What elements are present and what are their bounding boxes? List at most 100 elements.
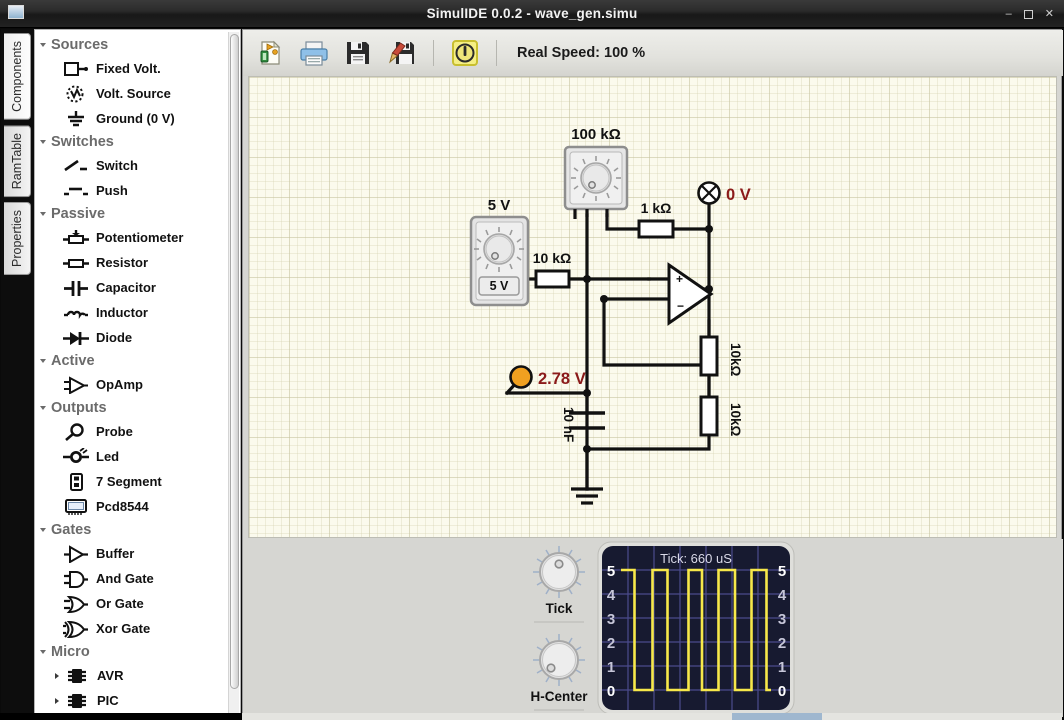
save-circuit-icon[interactable]	[341, 36, 375, 70]
tree-group-active[interactable]: Active	[35, 350, 225, 372]
probe-voltage: 2.78 V	[511, 367, 586, 389]
tree-item-switch-label: Switch	[96, 158, 138, 173]
tree-item-xor-gate[interactable]: Xor Gate	[35, 616, 225, 641]
tree-item-pcd8544-label: Pcd8544	[96, 499, 149, 514]
tree-item-diode[interactable]: Diode	[35, 325, 225, 350]
window-controls: – ✕	[1006, 0, 1054, 28]
buffer-gate-icon	[63, 545, 89, 563]
source-5v-label: 5 V	[488, 197, 511, 214]
fixed-volt-icon	[63, 60, 89, 78]
horizontal-scrollbar-thumb[interactable]	[732, 713, 822, 720]
y-tick-left-4: 4	[607, 587, 616, 604]
tree-item-or-gate-label: Or Gate	[96, 596, 144, 611]
tree-item-pcd8544[interactable]: Pcd8544	[35, 494, 225, 519]
tree-item-and-gate[interactable]: And Gate	[35, 566, 225, 591]
circuit-schematic: 100 kΩ 5 V 5	[249, 77, 1057, 538]
y-tick-left-0: 0	[607, 683, 615, 700]
window-title: SimulIDE 0.0.2 - wave_gen.simu	[0, 6, 1064, 21]
resistor-1k: 1 kΩ	[639, 200, 673, 237]
y-tick-right-3: 3	[778, 611, 786, 628]
tab-properties[interactable]: Properties	[4, 202, 31, 275]
pot-100k-label: 100 kΩ	[571, 126, 621, 143]
tree-group-active-label: Active	[51, 353, 95, 369]
oscilloscope-screen[interactable]: Tick: 660 uS 5 4 3 2 1 0 5 4 3 2 1	[598, 542, 794, 714]
tree-item-or-gate[interactable]: Or Gate	[35, 591, 225, 616]
resistor-10k-input: 10 kΩ	[533, 250, 571, 287]
switch-icon	[63, 157, 89, 175]
seven-segment-icon	[63, 473, 89, 491]
tree-group-micro[interactable]: Micro	[35, 641, 225, 663]
tree-item-volt-source[interactable]: Volt. Source	[35, 81, 225, 106]
close-button[interactable]: ✕	[1045, 9, 1054, 20]
horizontal-scrollbar[interactable]	[242, 713, 1062, 720]
tree-item-inductor[interactable]: Inductor	[35, 300, 225, 325]
or-gate-icon	[63, 595, 89, 613]
component-tree: Sources Fixed Volt. Volt. SourceGround (0 …	[35, 30, 225, 716]
new-circuit-icon[interactable]	[253, 36, 287, 70]
resistor-10k-fb1: 10kΩ	[701, 337, 743, 377]
side-tab-strip: Components RamTable Properties	[1, 29, 34, 719]
inductor-icon	[63, 304, 89, 322]
bottom-panel: Tick H-Center	[243, 539, 1063, 717]
tree-group-gates-label: Gates	[51, 522, 91, 538]
minimize-button[interactable]: –	[1006, 9, 1012, 20]
oscilloscope-widget[interactable]: Tick H-Center	[526, 539, 796, 720]
hcenter-knob-label: H-Center	[530, 689, 588, 704]
tree-group-passive[interactable]: Passive	[35, 203, 225, 225]
tab-ramtable[interactable]: RamTable	[4, 125, 31, 197]
power-icon[interactable]	[448, 36, 482, 70]
capacitor-icon	[63, 279, 89, 297]
chip-icon	[64, 692, 90, 710]
tree-item-push[interactable]: Push	[35, 178, 225, 203]
voltage-source-5v: 5 V 5 V	[471, 197, 528, 305]
tree-item-buffer[interactable]: Buffer	[35, 541, 225, 566]
tree-group-outputs[interactable]: Outputs	[35, 397, 225, 419]
maximize-button[interactable]	[1024, 10, 1033, 19]
tree-item-potentiometer[interactable]: Potentiometer	[35, 225, 225, 250]
tree-item-resistor[interactable]: Resistor	[35, 250, 225, 275]
hcenter-knob[interactable]	[533, 634, 585, 686]
tree-group-passive-label: Passive	[51, 206, 105, 222]
y-tick-right-5: 5	[778, 563, 786, 580]
tree-item-avr[interactable]: AVR	[35, 663, 225, 688]
tree-item-ground[interactable]: Ground (0 V)	[35, 106, 225, 131]
tree-item-opamp[interactable]: OpAmp	[35, 372, 225, 397]
resistor-10k-fb2-label: 10kΩ	[728, 403, 743, 437]
tree-item-and-gate-label: And Gate	[96, 571, 154, 586]
tree-item-7segment-label: 7 Segment	[96, 474, 162, 489]
y-tick-left-5: 5	[607, 563, 615, 580]
chevron-right-icon[interactable]	[55, 698, 59, 704]
tree-group-gates[interactable]: Gates	[35, 519, 225, 541]
capacitor-label: 10 nF	[561, 407, 576, 442]
tree-item-led[interactable]: Led	[35, 444, 225, 469]
y-tick-left-1: 1	[607, 659, 615, 676]
save-as-icon[interactable]	[385, 36, 419, 70]
tab-components-label: Components	[10, 41, 24, 112]
diode-icon	[63, 329, 89, 347]
tree-item-switch[interactable]: Switch	[35, 153, 225, 178]
potentiometer-100k: 100 kΩ	[565, 126, 627, 219]
components-scrollbar[interactable]	[228, 32, 239, 715]
tree-group-sources[interactable]: Sources	[35, 34, 225, 56]
tree-item-diode-label: Diode	[96, 330, 132, 345]
tab-components[interactable]: Components	[4, 33, 31, 120]
chevron-right-icon[interactable]	[55, 673, 59, 679]
tree-item-7segment[interactable]: 7 Segment	[35, 469, 225, 494]
tree-group-switches-label: Switches	[51, 134, 114, 150]
tree-item-capacitor-label: Capacitor	[96, 280, 156, 295]
components-scrollbar-thumb[interactable]	[230, 34, 239, 689]
tree-item-fixed-volt[interactable]: Fixed Volt.	[35, 56, 225, 81]
tree-group-switches[interactable]: Switches	[35, 131, 225, 153]
tree-item-push-label: Push	[96, 183, 128, 198]
tick-knob[interactable]	[533, 546, 585, 598]
tree-item-inductor-label: Inductor	[96, 305, 148, 320]
toolbar-separator	[433, 40, 434, 66]
ground-symbol	[571, 489, 603, 503]
tree-item-probe[interactable]: Probe	[35, 419, 225, 444]
tree-item-pic[interactable]: PIC	[35, 688, 225, 713]
open-circuit-icon[interactable]	[297, 36, 331, 70]
main-toolbar: Real Speed: 100 %	[243, 30, 1063, 76]
tree-item-fixed-volt-label: Fixed Volt.	[96, 61, 161, 76]
tree-item-capacitor[interactable]: Capacitor	[35, 275, 225, 300]
circuit-canvas[interactable]: 100 kΩ 5 V 5	[248, 76, 1057, 538]
